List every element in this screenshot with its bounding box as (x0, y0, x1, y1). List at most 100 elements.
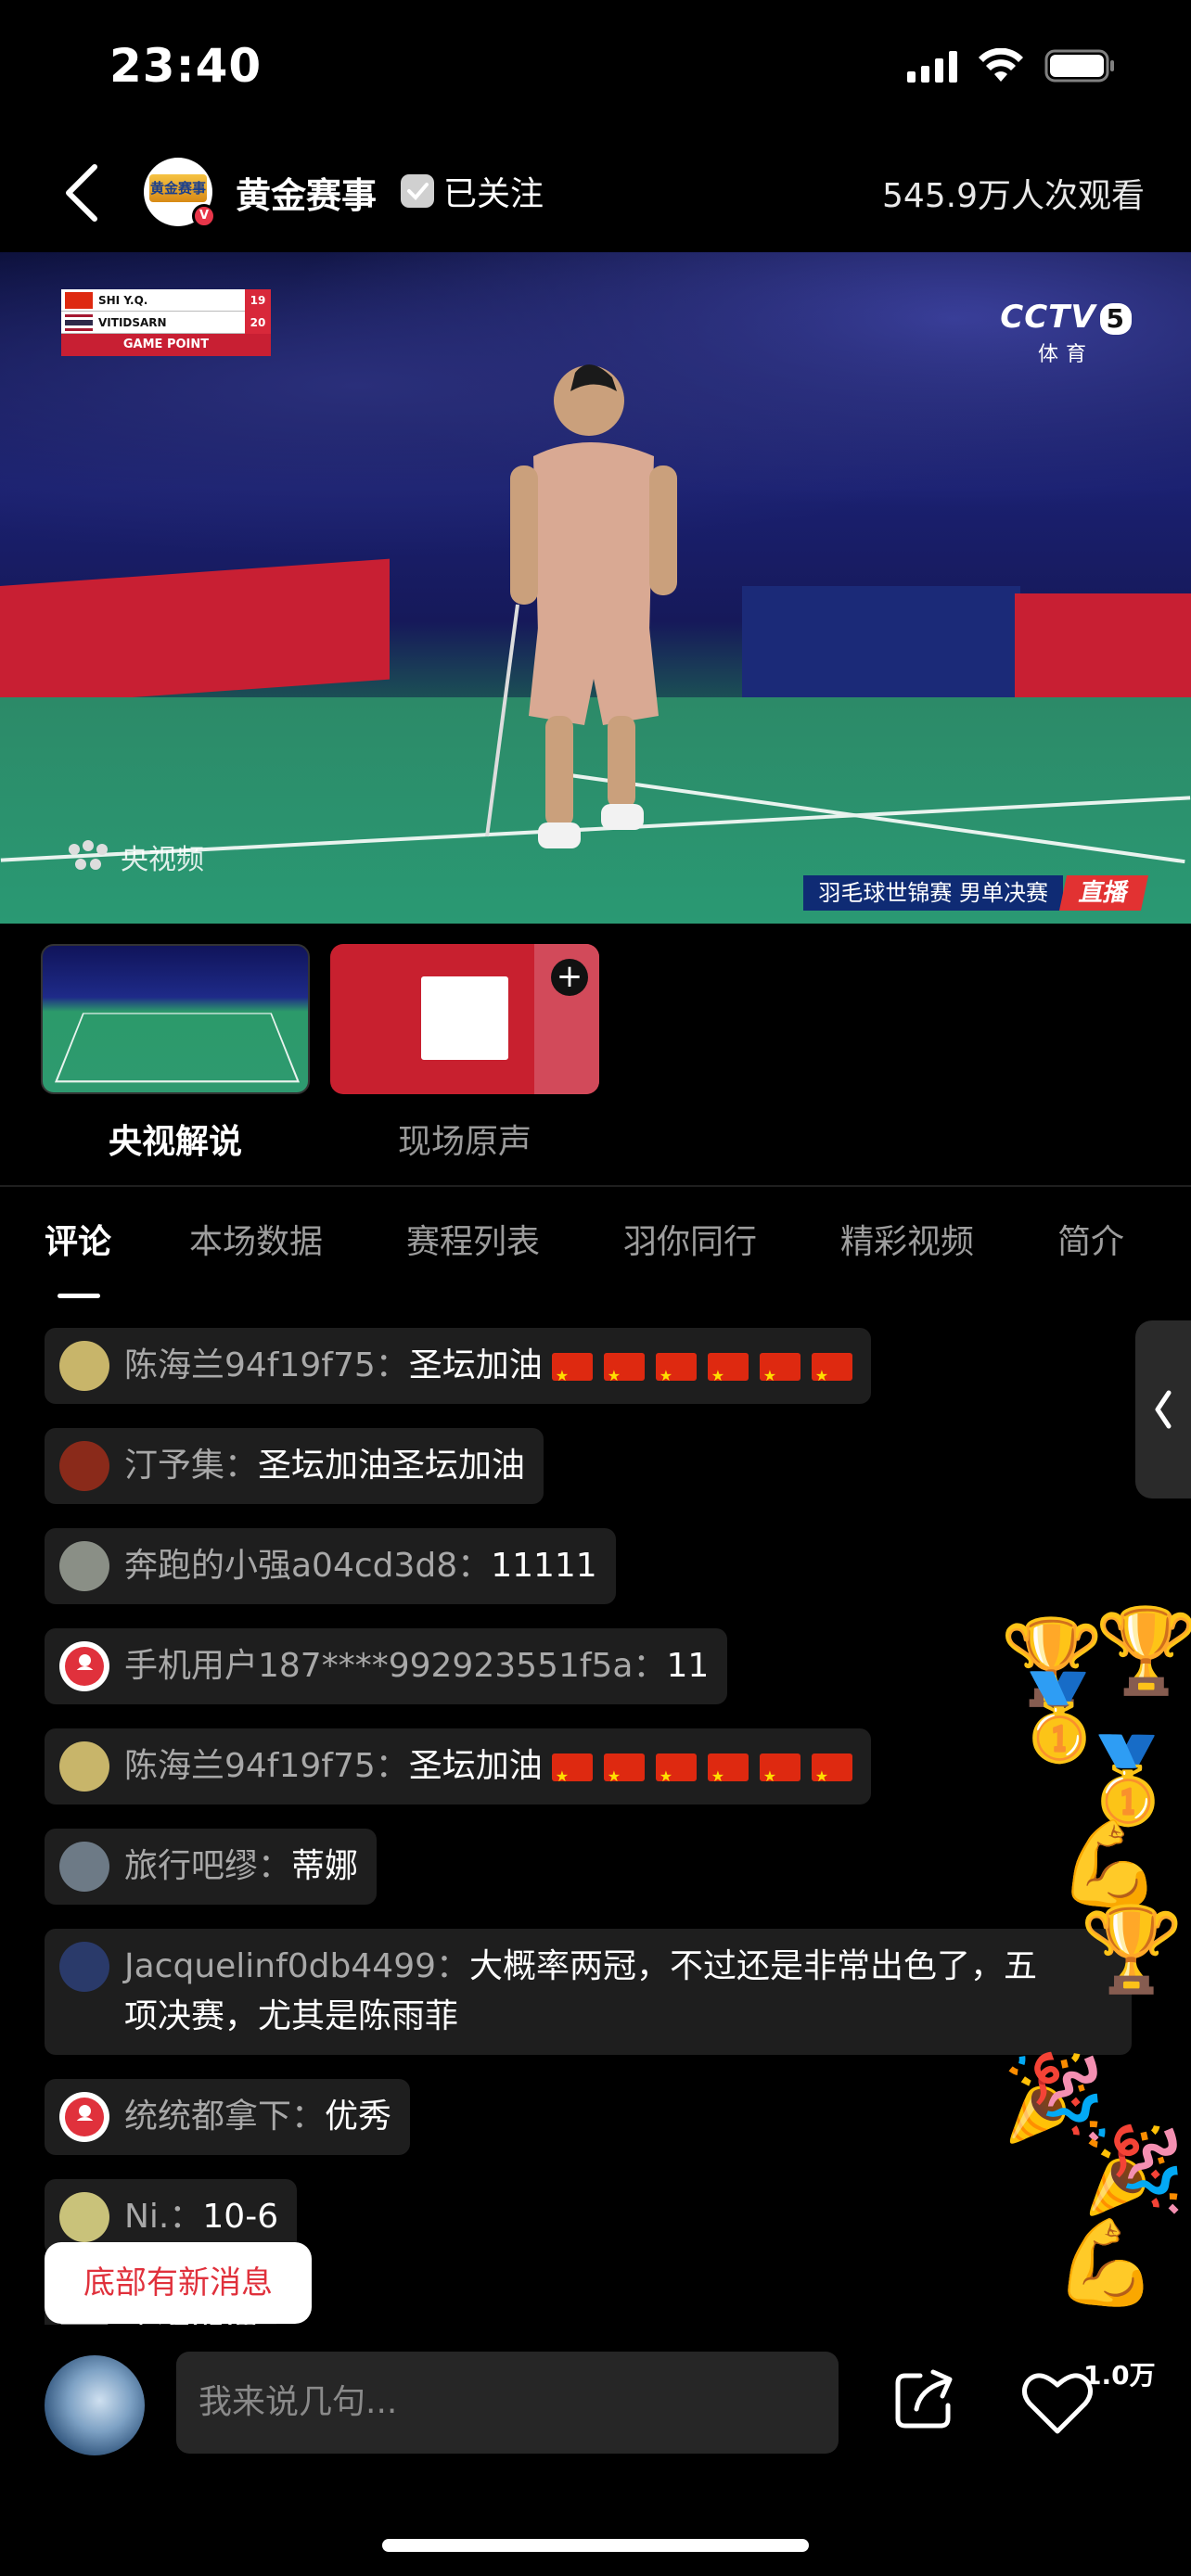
comment-avatar[interactable] (59, 2092, 109, 2142)
tab-comments[interactable]: 评论 (45, 1215, 111, 1263)
tab-intro[interactable]: 简介 (1057, 1215, 1124, 1263)
china-flag-icon (759, 1351, 800, 1401)
battery-icon (1044, 49, 1114, 83)
china-flag-icon (551, 1351, 593, 1401)
section-divider (0, 1185, 1191, 1187)
my-avatar[interactable] (45, 2355, 145, 2455)
status-icons (907, 48, 1117, 83)
commentary-option-live[interactable]: + 现场原声 (330, 944, 599, 1163)
china-flag-icon (707, 1351, 749, 1401)
score-row: VITIDSARN 20 (61, 311, 271, 334)
commentary-option-cctv[interactable]: 央视解说 (41, 944, 310, 1163)
commentary-thumbnail (41, 944, 310, 1094)
comment-avatar[interactable] (59, 1541, 109, 1591)
active-tab-indicator (58, 1294, 100, 1298)
comment-input[interactable]: 我来说几句... (176, 2352, 839, 2454)
comment-text: Jacquelinf0db4499：大概率两冠，不过还是非常出色了，五 项决赛，尤… (124, 1942, 1037, 2042)
cellular-signal-icon (907, 49, 957, 83)
tab-badminton-together[interactable]: 羽你同行 (623, 1215, 757, 1263)
commentary-thumbnail: + (330, 944, 599, 1094)
comment-text: 汀予集：圣坛加油圣坛加油 (124, 1441, 525, 1491)
comment-item[interactable]: 旅行吧缪：蒂娜 (45, 1829, 378, 1905)
new-messages-button[interactable]: 底部有新消息 (45, 2242, 312, 2324)
comment-username[interactable]: 旅行吧缪： (124, 1847, 291, 1885)
cctv-channel-sub: 体育 (1037, 343, 1094, 366)
comment-item[interactable]: 手机用户187****992923551f5a：11 (45, 1628, 728, 1704)
comment-text: Ni.：10-6 (124, 2192, 278, 2242)
ad-board-right (1015, 593, 1191, 714)
comment-item[interactable]: 陈海兰94f19f75：圣坛加油 (45, 1328, 871, 1404)
comment-avatar[interactable] (59, 1741, 109, 1792)
live-header: 黄金赛事 V 黄金赛事 已关注 545.9万人次观看 (0, 139, 1191, 250)
comment-username[interactable]: 统统都拿下： (124, 2098, 325, 2136)
cctv-channel-number: 5 (1099, 303, 1132, 335)
chevron-left-icon (1155, 1390, 1172, 1429)
live-badge: 直播 (1058, 875, 1149, 911)
comment-avatar[interactable] (59, 1942, 109, 1992)
comment-username[interactable]: 手机用户187****992923551f5a： (124, 1647, 667, 1685)
party-popper-reaction-icon: 🎉 (1082, 2122, 1186, 2219)
comment-avatar[interactable] (59, 1441, 109, 1491)
side-panel-toggle[interactable] (1135, 1320, 1191, 1498)
comment-username[interactable]: Jacquelinf0db4499： (124, 1947, 469, 1985)
tab-schedule[interactable]: 赛程列表 (406, 1215, 540, 1263)
comment-username[interactable]: Ni.： (124, 2198, 202, 2236)
comment-avatar[interactable] (59, 1341, 109, 1391)
china-flag-icon (707, 1752, 749, 1802)
back-arrow-icon[interactable] (56, 159, 111, 226)
score-points: 20 (245, 311, 271, 334)
player-figure (485, 364, 677, 848)
share-icon[interactable] (892, 2366, 957, 2431)
flag-emojis (551, 1351, 852, 1401)
flexed-arm-reaction-icon: 💪 (1057, 1816, 1162, 1913)
status-bar: 23:40 (0, 0, 1191, 139)
comment-username[interactable]: 奔跑的小强a04cd3d8： (124, 1547, 491, 1585)
comment-list[interactable]: 陈海兰94f19f75：圣坛加油汀予集：圣坛加油圣坛加油奔跑的小强a04cd3d… (45, 1328, 1139, 2325)
channel-logo: 黄金赛事 (149, 174, 207, 202)
home-indicator[interactable] (382, 2539, 809, 2552)
china-flag-icon (811, 1351, 852, 1401)
plus-icon[interactable]: + (551, 959, 588, 996)
follow-label: 已关注 (443, 175, 544, 213)
comment-body: 10-6 (202, 2198, 279, 2236)
tab-highlights[interactable]: 精彩视频 (840, 1215, 974, 1263)
follow-button[interactable]: 已关注 (401, 167, 544, 215)
tab-bar: 评论 本场数据 赛程列表 羽你同行 精彩视频 简介 (0, 1215, 1191, 1289)
comment-text: 手机用户187****992923551f5a：11 (124, 1641, 709, 1691)
score-player-name: VITIDSARN (98, 315, 167, 329)
caption-text: 羽毛球世锦赛 男单决赛 (803, 875, 1063, 911)
comment-text: 旅行吧缪：蒂娜 (124, 1842, 358, 1892)
flag-emojis (551, 1752, 852, 1802)
watermark: 央视频 (65, 836, 204, 877)
commentary-selector: 央视解说 + 现场原声 (0, 944, 1191, 1167)
comment-body: 圣坛加油 (408, 1747, 543, 1785)
china-flag-icon (65, 291, 93, 309)
comment-username[interactable]: 陈海兰94f19f75： (124, 1346, 409, 1384)
comment-avatar[interactable] (59, 1641, 109, 1691)
comment-item[interactable]: 陈海兰94f19f75：圣坛加油 (45, 1728, 871, 1804)
comment-text: 陈海兰94f19f75：圣坛加油 (124, 1341, 852, 1401)
status-time: 23:40 (109, 39, 263, 93)
video-player[interactable]: SHI Y.Q. 19 VITIDSARN 20 GAME POINT CCTV… (0, 252, 1191, 924)
comment-body: 大概率两冠，不过还是非常出色了，五 (469, 1947, 1038, 1985)
comment-avatar[interactable] (59, 1842, 109, 1892)
trophy-reaction-icon: 🏆 (1080, 1901, 1185, 1998)
comment-item[interactable]: Jacquelinf0db4499：大概率两冠，不过还是非常出色了，五 项决赛，尤… (45, 1929, 1132, 2055)
comment-avatar[interactable] (59, 2192, 109, 2242)
commentary-label: 央视解说 (108, 1123, 242, 1161)
comment-item[interactable]: 统统都拿下：优秀 (45, 2079, 411, 2155)
watermark-text: 央视频 (121, 844, 204, 876)
commentary-label: 现场原声 (397, 1123, 531, 1161)
comment-body: 圣坛加油 (408, 1346, 543, 1384)
score-row: SHI Y.Q. 19 (61, 288, 271, 312)
comment-item[interactable]: 奔跑的小强a04cd3d8：11111 (45, 1528, 616, 1604)
comment-username[interactable]: 陈海兰94f19f75： (124, 1747, 409, 1785)
yangshipin-logo-icon (69, 840, 108, 870)
channel-name[interactable]: 黄金赛事 (236, 167, 377, 218)
china-flag-icon (551, 1752, 593, 1802)
tab-match-data[interactable]: 本场数据 (189, 1215, 323, 1263)
comment-item[interactable]: 汀予集：圣坛加油圣坛加油 (45, 1428, 544, 1504)
channel-avatar[interactable]: 黄金赛事 V (144, 158, 216, 228)
china-flag-icon (655, 1752, 697, 1802)
comment-username[interactable]: 汀予集： (124, 1447, 258, 1485)
